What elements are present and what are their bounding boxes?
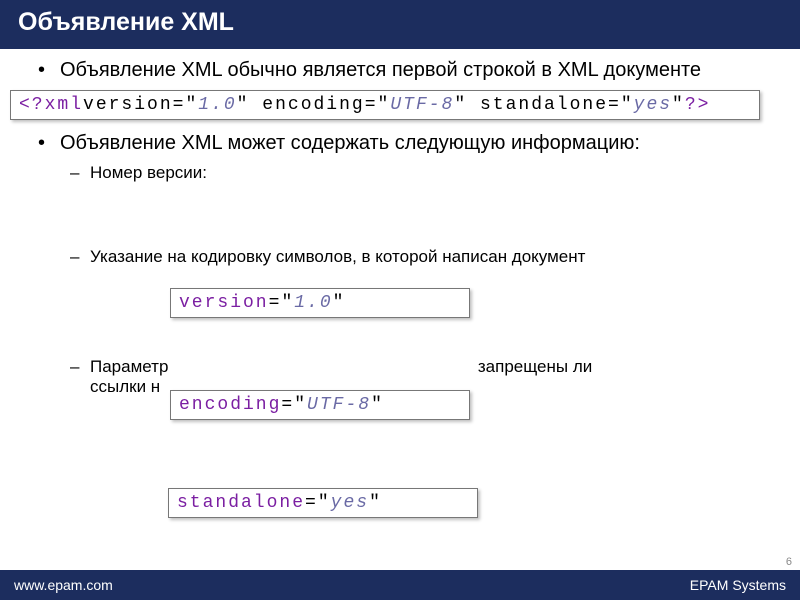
code-open: <?xml [19,95,83,115]
code-box-encoding: encoding="UTF-8" [170,390,470,420]
bullet-1-text: Объявление XML обычно является первой ст… [60,59,701,81]
bullet-2: Объявление XML может содержать следующую… [30,132,770,397]
code-close: ?> [685,95,711,115]
code-val-encoding: UTF-8 [390,95,454,115]
code-val-version: 1.0 [198,95,236,115]
slide-header: Объявление XML [0,0,800,49]
cb-version-val: 1.0 [294,293,332,313]
slide-content: Объявление XML обычно является первой ст… [0,49,800,397]
slide-footer: www.epam.com EPAM Systems [0,570,800,600]
cb-encoding-val: UTF-8 [307,395,371,415]
sub-version: Номер версии: [60,163,770,243]
bullet-2-text: Объявление XML может содержать следующую… [60,132,640,154]
sub-encoding-text: Указание на кодировку символов, в которо… [90,247,585,266]
code-box-version: version="1.0" [170,288,470,318]
code-attr-encoding: encoding [262,95,364,115]
bullet-1: Объявление XML обычно является первой ст… [30,59,770,82]
code-val-standalone: yes [634,95,672,115]
footer-right: EPAM Systems [690,577,786,593]
code-attr-version: version [83,95,173,115]
cb-standalone-val: yes [331,493,369,513]
cb-encoding-attr: encoding [179,395,281,415]
code-xml-declaration: <?xmlversion="1.0" encoding="UTF-8" stan… [10,90,760,120]
sub-standalone-mid: запрещены ли [478,357,592,376]
sub-standalone-after: ссылки н [90,377,160,396]
sub-standalone-prefix: Параметр [90,357,168,376]
sub-version-text: Номер версии: [90,163,207,182]
code-box-standalone: standalone="yes" [168,488,478,518]
code-attr-standalone: standalone [480,95,608,115]
cb-version-attr: version [179,293,269,313]
footer-left: www.epam.com [14,577,113,593]
slide-title: Объявление XML [18,8,234,36]
cb-standalone-attr: standalone [177,493,305,513]
page-number: 6 [786,556,792,568]
